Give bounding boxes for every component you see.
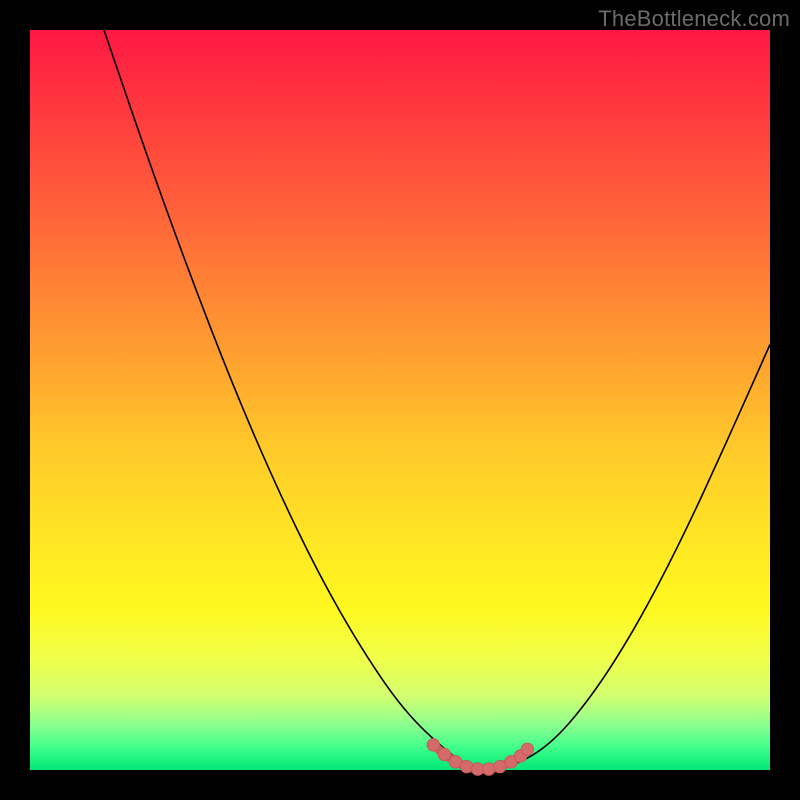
marker-dot [472, 763, 484, 775]
marker-dot [438, 748, 450, 760]
marker-dot [483, 763, 495, 775]
marker-dot [427, 739, 439, 751]
marker-dot [449, 756, 461, 768]
bottleneck-curve [104, 30, 770, 770]
marker-dot [494, 760, 506, 772]
marker-dot [460, 760, 472, 772]
chart-svg [30, 30, 770, 770]
watermark-text: TheBottleneck.com [598, 6, 790, 32]
marker-dot [521, 743, 533, 755]
chart-container: TheBottleneck.com [0, 0, 800, 800]
marker-group [427, 739, 533, 776]
